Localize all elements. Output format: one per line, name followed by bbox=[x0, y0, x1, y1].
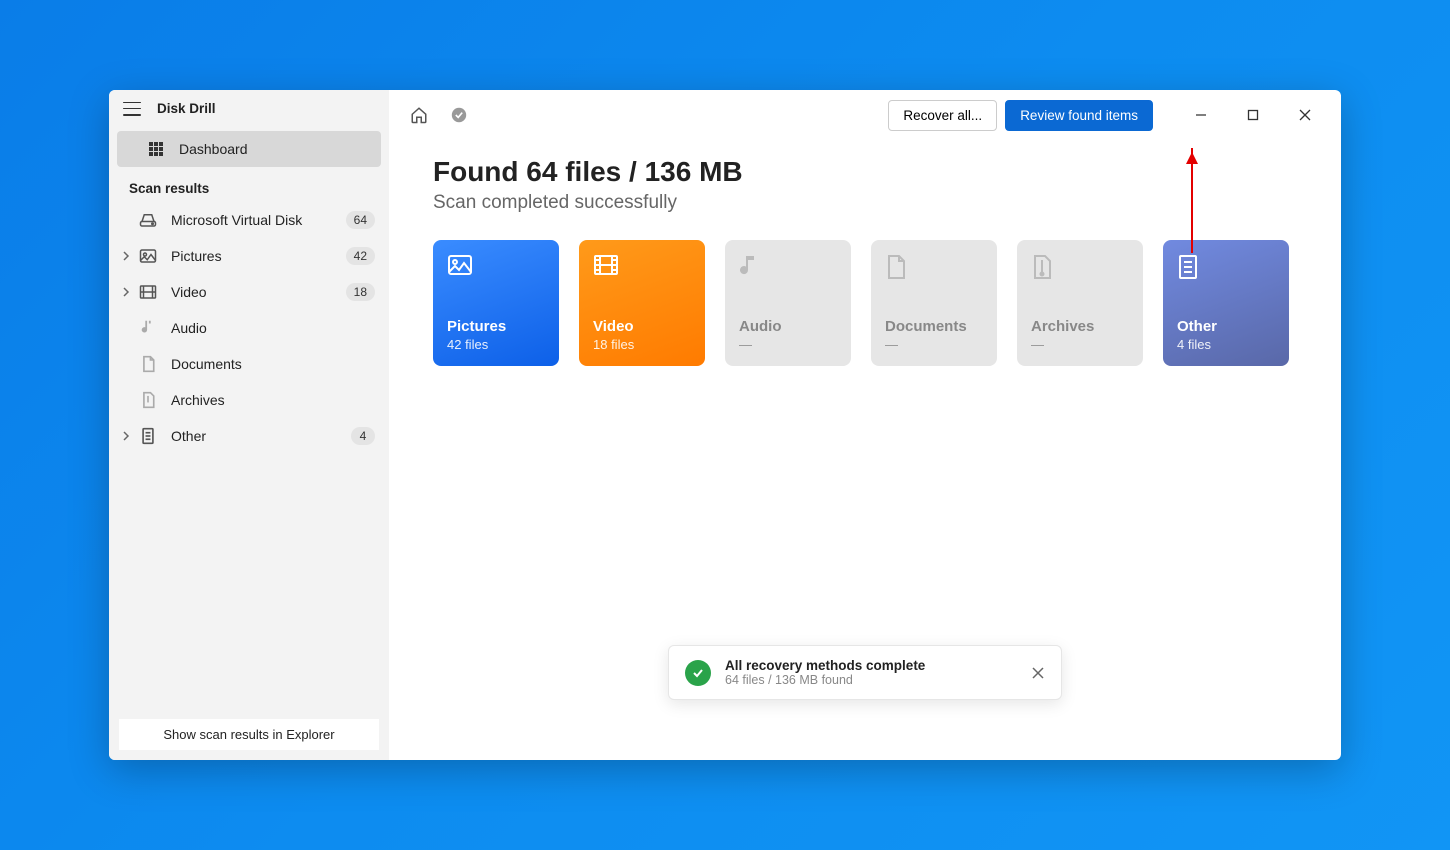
recover-all-button[interactable]: Recover all... bbox=[888, 100, 997, 131]
completion-toast: All recovery methods complete 64 files /… bbox=[668, 645, 1062, 700]
video-label: Video bbox=[171, 284, 332, 300]
disk-icon bbox=[139, 211, 157, 229]
sidebar-item-pictures[interactable]: Pictures 42 bbox=[109, 238, 389, 274]
card-subtitle: 18 files bbox=[593, 337, 691, 352]
sidebar-item-disk[interactable]: Microsoft Virtual Disk 64 bbox=[109, 202, 389, 238]
card-title: Audio bbox=[739, 318, 837, 335]
toast-close-button[interactable] bbox=[1031, 666, 1045, 680]
card-subtitle: — bbox=[885, 337, 983, 352]
card-title: Documents bbox=[885, 318, 983, 335]
home-icon[interactable] bbox=[403, 99, 435, 131]
video-icon bbox=[139, 283, 157, 301]
card-title: Other bbox=[1177, 318, 1275, 335]
sidebar-item-archives[interactable]: Archives bbox=[109, 382, 389, 418]
category-cards: Pictures 42 files Video 18 files Audio —… bbox=[433, 240, 1297, 366]
pictures-icon bbox=[139, 247, 157, 265]
documents-icon bbox=[885, 254, 911, 280]
sidebar-item-dashboard[interactable]: Dashboard bbox=[117, 131, 381, 167]
archives-icon bbox=[139, 391, 157, 409]
other-count: 4 bbox=[351, 427, 375, 445]
disk-label: Microsoft Virtual Disk bbox=[171, 212, 332, 228]
card-subtitle: — bbox=[1031, 337, 1129, 352]
other-label: Other bbox=[171, 428, 337, 444]
minimize-button[interactable] bbox=[1179, 100, 1223, 130]
sidebar-item-other[interactable]: Other 4 bbox=[109, 418, 389, 454]
card-archives[interactable]: Archives — bbox=[1017, 240, 1143, 366]
card-subtitle: 42 files bbox=[447, 337, 545, 352]
documents-icon bbox=[139, 355, 157, 373]
show-in-explorer-button[interactable]: Show scan results in Explorer bbox=[119, 719, 379, 750]
checkmark-status-icon bbox=[443, 99, 475, 131]
pictures-count: 42 bbox=[346, 247, 375, 265]
card-title: Pictures bbox=[447, 318, 545, 335]
card-documents[interactable]: Documents — bbox=[871, 240, 997, 366]
app-title: Disk Drill bbox=[157, 101, 216, 116]
content: Found 64 files / 136 MB Scan completed s… bbox=[389, 140, 1341, 382]
card-subtitle: — bbox=[739, 337, 837, 352]
sidebar: Disk Drill Dashboard Scan results Micros… bbox=[109, 90, 389, 760]
page-subtitle: Scan completed successfully bbox=[433, 192, 1297, 214]
video-count: 18 bbox=[346, 283, 375, 301]
pictures-icon bbox=[447, 254, 473, 280]
card-subtitle: 4 files bbox=[1177, 337, 1275, 352]
topbar: Recover all... Review found items bbox=[389, 90, 1341, 140]
app-window: Disk Drill Dashboard Scan results Micros… bbox=[109, 90, 1341, 760]
dashboard-icon bbox=[147, 140, 165, 158]
main-panel: Recover all... Review found items Found … bbox=[389, 90, 1341, 760]
chevron-right-icon bbox=[121, 431, 131, 441]
archives-label: Archives bbox=[171, 392, 375, 408]
documents-label: Documents bbox=[171, 356, 375, 372]
other-icon bbox=[139, 427, 157, 445]
disk-count: 64 bbox=[346, 211, 375, 229]
chevron-right-icon bbox=[121, 287, 131, 297]
chevron-right-icon bbox=[121, 251, 131, 261]
audio-icon bbox=[739, 254, 765, 280]
pictures-label: Pictures bbox=[171, 248, 332, 264]
video-icon bbox=[593, 254, 619, 280]
sidebar-item-documents[interactable]: Documents bbox=[109, 346, 389, 382]
annotation-arrow bbox=[1191, 148, 1193, 253]
audio-label: Audio bbox=[171, 320, 375, 336]
review-found-items-button[interactable]: Review found items bbox=[1005, 100, 1153, 131]
check-icon bbox=[685, 660, 711, 686]
card-title: Video bbox=[593, 318, 691, 335]
audio-icon bbox=[139, 319, 157, 337]
maximize-button[interactable] bbox=[1231, 100, 1275, 130]
toast-title: All recovery methods complete bbox=[725, 658, 925, 673]
hamburger-icon[interactable] bbox=[123, 102, 141, 116]
sidebar-header: Disk Drill bbox=[109, 90, 389, 127]
sidebar-item-video[interactable]: Video 18 bbox=[109, 274, 389, 310]
card-other[interactable]: Other 4 files bbox=[1163, 240, 1289, 366]
card-video[interactable]: Video 18 files bbox=[579, 240, 705, 366]
toast-subtitle: 64 files / 136 MB found bbox=[725, 673, 925, 687]
archives-icon bbox=[1031, 254, 1057, 280]
page-title: Found 64 files / 136 MB bbox=[433, 156, 1297, 188]
sidebar-item-audio[interactable]: Audio bbox=[109, 310, 389, 346]
card-title: Archives bbox=[1031, 318, 1129, 335]
dashboard-label: Dashboard bbox=[179, 141, 367, 157]
card-pictures[interactable]: Pictures 42 files bbox=[433, 240, 559, 366]
scan-results-header: Scan results bbox=[109, 171, 389, 202]
close-button[interactable] bbox=[1283, 100, 1327, 130]
other-icon bbox=[1177, 254, 1203, 280]
card-audio[interactable]: Audio — bbox=[725, 240, 851, 366]
